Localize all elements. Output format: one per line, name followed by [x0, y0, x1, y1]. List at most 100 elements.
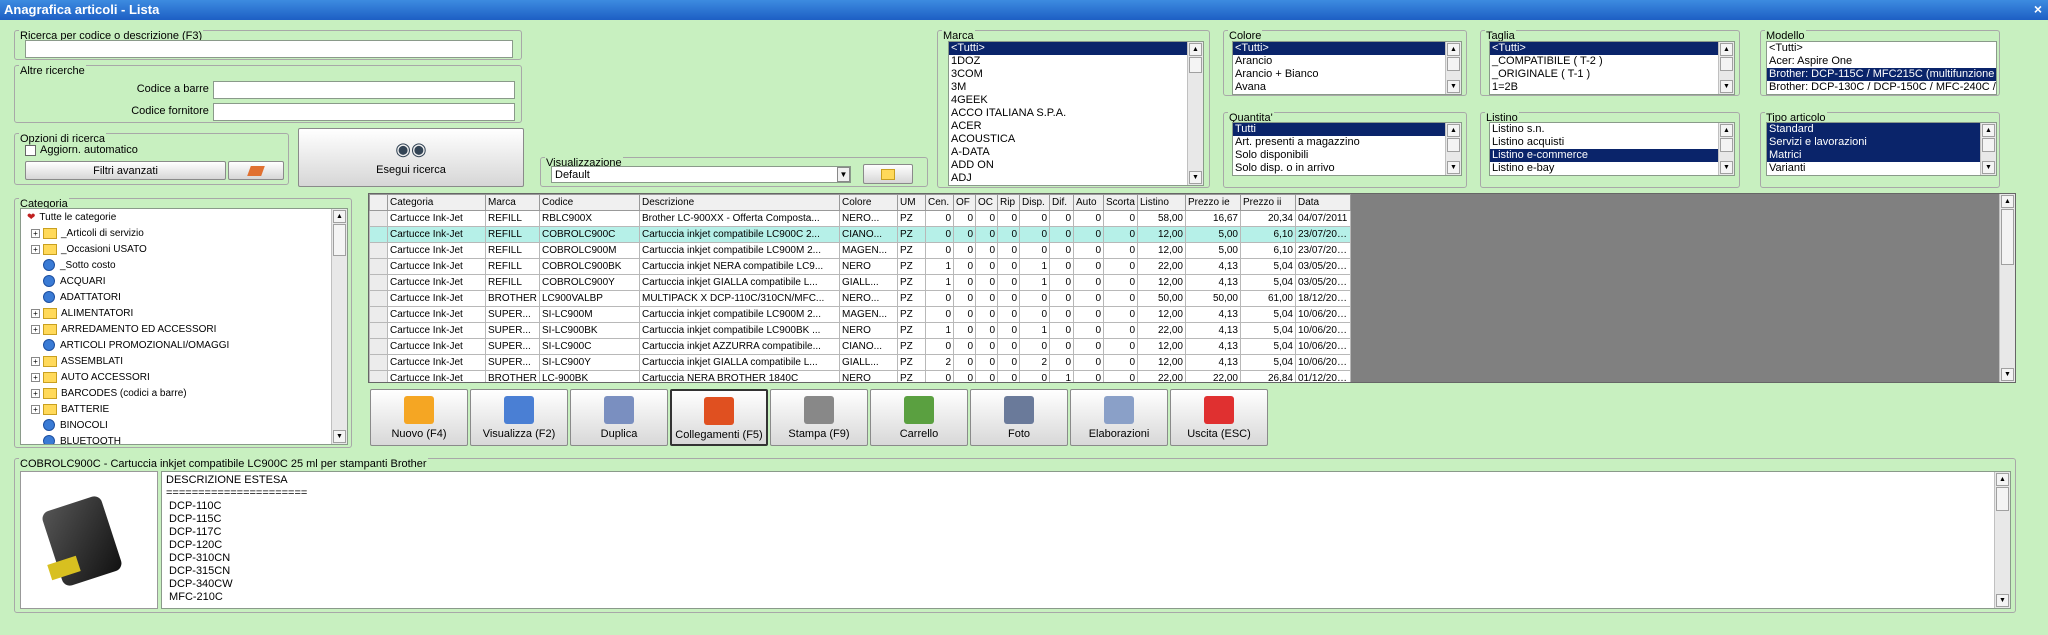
expand-icon[interactable]: +	[31, 244, 40, 254]
scroll-up-icon[interactable]: ▲	[1982, 124, 1995, 137]
item-type-list[interactable]: Standard Servizi e lavorazioni Matrici V…	[1766, 122, 1997, 176]
list-item[interactable]: Matrici	[1767, 149, 1996, 162]
list-item[interactable]: Varianti	[1767, 162, 1996, 175]
tree-item[interactable]: BINOCOLI	[27, 418, 347, 434]
scroll-down-icon[interactable]: ▼	[1996, 594, 2009, 607]
scroll-up-icon[interactable]: ▲	[2001, 195, 2014, 208]
column-header[interactable]: Disp.	[1019, 194, 1050, 211]
column-header[interactable]: Descrizione	[639, 194, 840, 211]
list-item[interactable]: ACER	[949, 120, 1203, 133]
advanced-filters-button[interactable]: Filtri avanzati	[25, 161, 226, 180]
toolbar-button[interactable]: Duplica	[570, 389, 668, 446]
list-item[interactable]: 3COM	[949, 68, 1203, 81]
chevron-down-icon[interactable]: ▼	[837, 167, 850, 182]
scroll-thumb[interactable]	[1189, 57, 1202, 73]
scroll-thumb[interactable]	[1720, 57, 1733, 71]
list-item[interactable]: 1DOZ	[949, 55, 1203, 68]
list-item[interactable]: Arancio + Bianco	[1233, 68, 1461, 81]
list-item[interactable]: Tutti	[1233, 123, 1461, 136]
list-item[interactable]: Avana	[1233, 81, 1461, 94]
toolbar-button[interactable]: Uscita (ESC)	[1170, 389, 1268, 446]
scroll-thumb[interactable]	[1996, 487, 2009, 511]
tree-item[interactable]: ARTICOLI PROMOZIONALI/OMAGGI	[27, 338, 347, 354]
detail-scrollbar[interactable]: ▲ ▼	[1994, 472, 2010, 608]
toolbar-button[interactable]: Collegamenti (F5)	[670, 389, 768, 446]
scroll-thumb[interactable]	[1447, 138, 1460, 152]
scroll-down-icon[interactable]: ▼	[1189, 171, 1202, 184]
expand-icon[interactable]: +	[31, 228, 40, 238]
item-type-scrollbar[interactable]: ▲ ▼	[1980, 123, 1996, 175]
row-header[interactable]	[369, 322, 388, 339]
expand-icon[interactable]: +	[31, 356, 40, 366]
column-header[interactable]: Marca	[485, 194, 540, 211]
tree-item[interactable]: + AUTO ACCESSORI	[27, 370, 347, 386]
scroll-down-icon[interactable]: ▼	[1720, 80, 1733, 93]
column-header[interactable]: UM	[897, 194, 926, 211]
list-item[interactable]: ACCO ITALIANA S.P.A.	[949, 107, 1203, 120]
list-item[interactable]: 4GEEK	[949, 94, 1203, 107]
toolbar-button[interactable]: Carrello	[870, 389, 968, 446]
expand-icon[interactable]: +	[31, 404, 40, 414]
scroll-down-icon[interactable]: ▼	[333, 430, 346, 443]
list-item[interactable]: Arancio	[1233, 55, 1461, 68]
row-header[interactable]	[369, 306, 388, 323]
column-header[interactable]: OC	[975, 194, 998, 211]
list-item[interactable]: Standard	[1767, 123, 1996, 136]
barcode-input[interactable]	[213, 81, 515, 99]
scroll-up-icon[interactable]: ▲	[1720, 43, 1733, 56]
tree-item[interactable]: _Sotto costo	[27, 258, 347, 274]
price-list-scrollbar[interactable]: ▲ ▼	[1718, 123, 1734, 175]
tree-item[interactable]: BLUETOOTH	[27, 434, 347, 444]
scroll-up-icon[interactable]: ▲	[1447, 43, 1460, 56]
column-header[interactable]: Rip	[997, 194, 1020, 211]
articles-grid[interactable]: Categoria Marca Codice Descrizione Colore UM C…	[368, 193, 2016, 383]
column-header[interactable]: Dif.	[1049, 194, 1074, 211]
column-header[interactable]: Prezzo ie	[1185, 194, 1241, 211]
table-row[interactable]: Cartucce Ink-Jet SUPER... SI-LC900C Cartucc…	[369, 338, 1351, 355]
list-item[interactable]: ADJ	[949, 172, 1203, 185]
view-select[interactable]: Default	[551, 166, 851, 183]
scroll-up-icon[interactable]: ▲	[1996, 473, 2009, 486]
scroll-thumb[interactable]	[1982, 138, 1995, 152]
column-header[interactable]: Data	[1295, 194, 1351, 211]
row-header[interactable]	[369, 242, 388, 259]
table-row[interactable]: Cartucce Ink-Jet SUPER... SI-LC900BK Cartuc…	[369, 322, 1351, 339]
scroll-thumb[interactable]	[2001, 209, 2014, 265]
brand-list[interactable]: <Tutti> 1DOZ 3COM 3M 4GEEK ACCO ITALIANA…	[948, 41, 1204, 186]
list-item[interactable]: Brother: DCP-115C / MFC215C (multifunzio…	[1767, 68, 1996, 81]
scroll-up-icon[interactable]: ▲	[1720, 124, 1733, 137]
color-scrollbar[interactable]: ▲ ▼	[1445, 42, 1461, 94]
list-item[interactable]: Art. presenti a magazzino	[1233, 136, 1461, 149]
row-header[interactable]	[369, 258, 388, 275]
list-item[interactable]: <Tutti>	[1490, 42, 1734, 55]
close-icon[interactable]: ×	[2034, 1, 2042, 17]
row-header[interactable]	[369, 226, 388, 243]
scroll-up-icon[interactable]: ▲	[333, 210, 346, 223]
tree-item[interactable]: ACQUARI	[27, 274, 347, 290]
tree-item[interactable]: ADATTATORI	[27, 290, 347, 306]
table-row[interactable]: Cartucce Ink-Jet REFILL COBROLC900C Cartucc…	[369, 226, 1351, 243]
tree-item[interactable]: + ALIMENTATORI	[27, 306, 347, 322]
table-row[interactable]: Cartucce Ink-Jet REFILL COBROLC900M Cartucc…	[369, 242, 1351, 259]
scroll-down-icon[interactable]: ▼	[1447, 161, 1460, 174]
list-item[interactable]: 1=2B	[1490, 81, 1734, 94]
scroll-thumb[interactable]	[333, 224, 346, 256]
run-search-button[interactable]: ◉◉ Esegui ricerca	[298, 128, 524, 187]
table-row[interactable]: Cartucce Ink-Jet SUPER... SI-LC900M Cartucc…	[369, 306, 1351, 323]
brand-scrollbar[interactable]: ▲ ▼	[1187, 42, 1203, 185]
list-item[interactable]: Brother: DCP-130C / DCP-150C / MFC-240C …	[1767, 81, 1996, 94]
list-item[interactable]: <Tutti>	[1233, 42, 1461, 55]
toolbar-button[interactable]: Visualizza (F2)	[470, 389, 568, 446]
toolbar-button[interactable]: Stampa (F9)	[770, 389, 868, 446]
grid-scrollbar[interactable]: ▲ ▼	[1999, 194, 2015, 382]
search-input[interactable]	[25, 40, 513, 58]
model-list[interactable]: <Tutti> Acer: Aspire One Brother: DCP-11…	[1766, 41, 1997, 95]
row-header[interactable]	[369, 290, 388, 307]
supplier-code-input[interactable]	[213, 103, 515, 121]
list-item[interactable]: Solo disp. o in arrivo	[1233, 162, 1461, 175]
scroll-up-icon[interactable]: ▲	[1189, 43, 1202, 56]
quantity-scrollbar[interactable]: ▲ ▼	[1445, 123, 1461, 175]
list-item[interactable]: Acer: Aspire One	[1767, 55, 1996, 68]
column-header[interactable]: Codice	[539, 194, 640, 211]
table-row[interactable]: Cartucce Ink-Jet SUPER... SI-LC900Y Cartucc…	[369, 354, 1351, 371]
